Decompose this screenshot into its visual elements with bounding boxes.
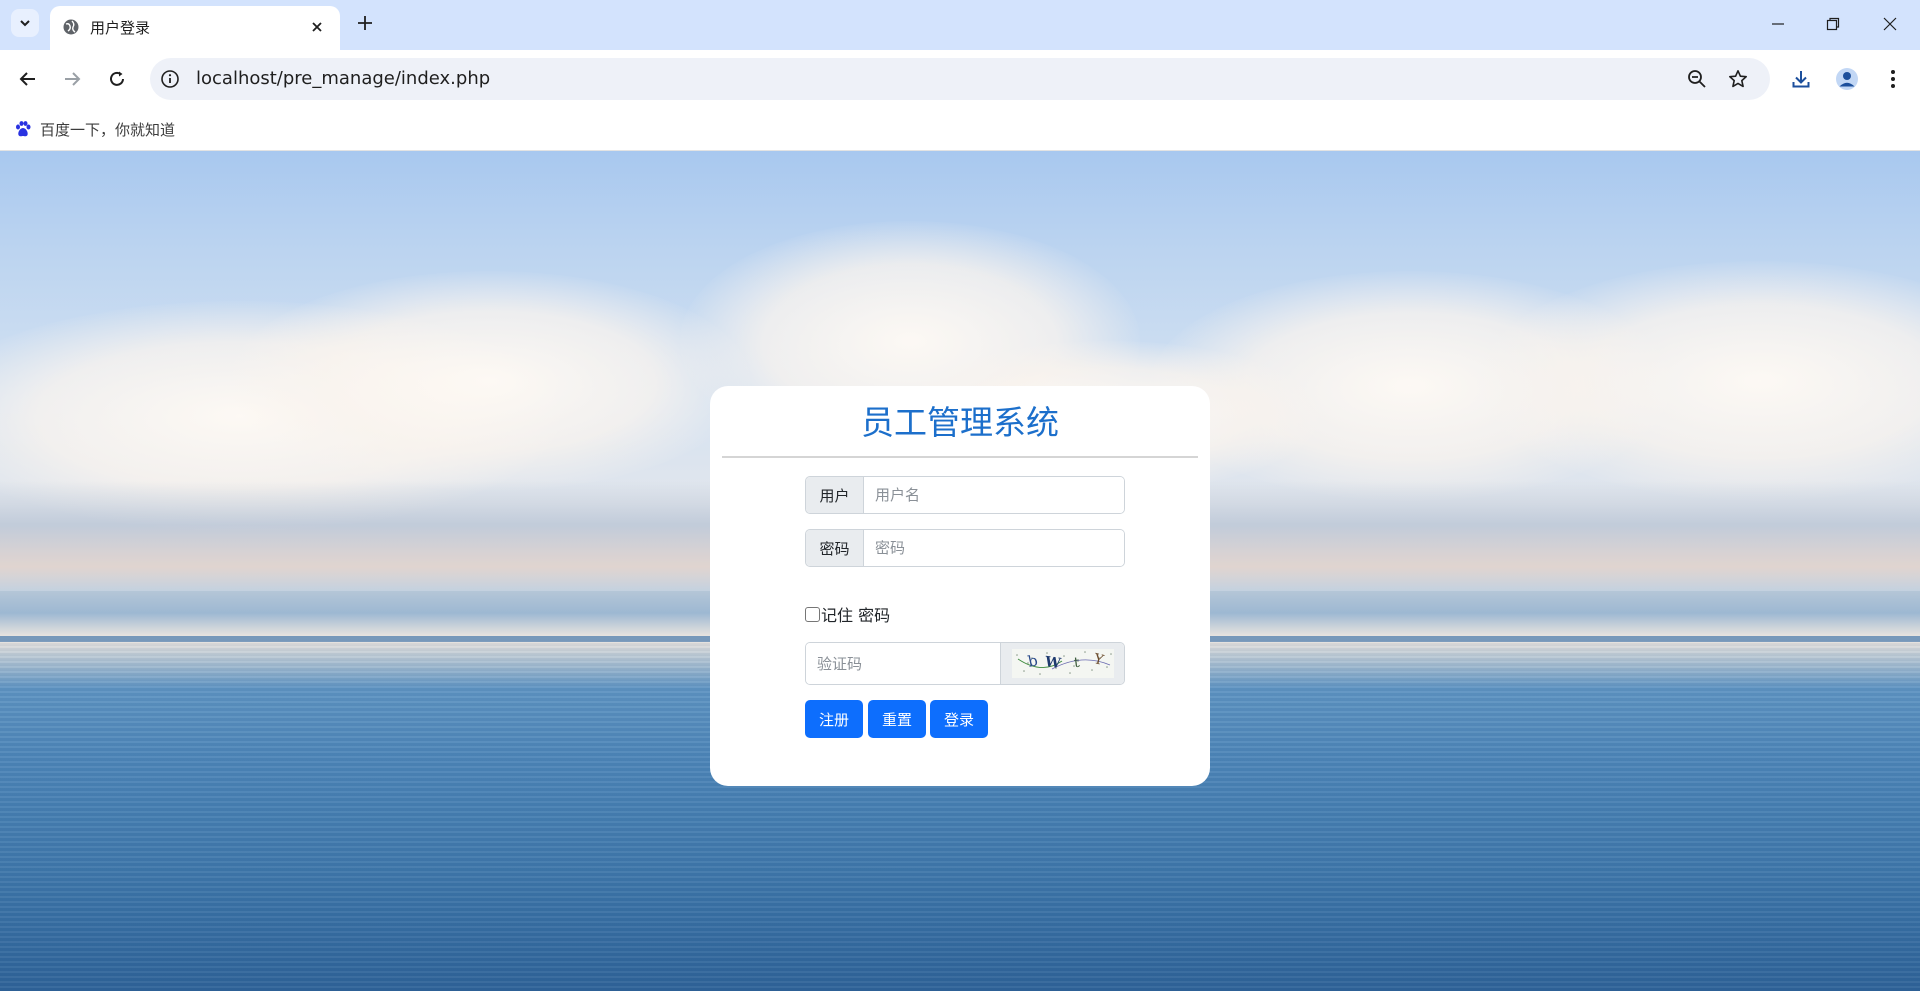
menu-button[interactable]	[1878, 64, 1908, 94]
zoom-out-icon	[1688, 70, 1706, 88]
reload-icon	[110, 71, 124, 86]
address-bar[interactable]: localhost/pre_manage/index.php	[150, 58, 1770, 100]
arrow-left-icon	[19, 72, 35, 86]
bookmarks-bar: 百度一下，你就知道	[0, 108, 1920, 151]
restore-button[interactable]	[1819, 10, 1847, 38]
title-divider	[722, 456, 1198, 458]
minimize-button[interactable]	[1764, 10, 1792, 38]
download-icon	[1792, 71, 1810, 88]
login-panel: 员工管理系统 用户 密码 记住 密码	[710, 386, 1210, 786]
url-text[interactable]: localhost/pre_manage/index.php	[196, 68, 490, 89]
plus-icon	[358, 16, 372, 30]
bookmark-baidu[interactable]: 百度一下，你就知道	[14, 117, 175, 141]
close-icon	[312, 22, 322, 32]
register-button[interactable]: 注册	[805, 700, 863, 738]
remember-checkbox[interactable]	[805, 606, 820, 622]
restore-icon	[1826, 17, 1840, 31]
username-group: 用户	[805, 476, 1125, 514]
captcha-image-button[interactable]: b W t Y	[1001, 643, 1124, 684]
zoom-button[interactable]	[1686, 68, 1708, 90]
captcha-char: t	[1072, 654, 1080, 672]
bookmark-label: 百度一下，你就知道	[40, 120, 176, 139]
reset-button[interactable]: 重置	[868, 700, 926, 738]
browser-toolbar: localhost/pre_manage/index.php	[0, 50, 1920, 108]
bookmark-star-button[interactable]	[1727, 68, 1749, 90]
tab-search-button[interactable]	[11, 9, 39, 37]
avatar-icon	[1836, 68, 1858, 90]
reload-button[interactable]	[103, 65, 131, 93]
page-title: 员工管理系统	[861, 403, 1059, 442]
chevron-down-icon	[20, 20, 30, 27]
new-tab-button[interactable]	[353, 11, 377, 35]
password-label: 密码	[806, 530, 864, 566]
window-close-button[interactable]	[1876, 10, 1904, 38]
username-input[interactable]	[864, 477, 1124, 513]
profile-button[interactable]	[1832, 64, 1862, 94]
captcha-char: W	[1043, 653, 1062, 673]
tab-strip: 用户登录	[0, 0, 1920, 50]
password-group: 密码	[805, 529, 1125, 567]
info-icon[interactable]	[160, 69, 180, 89]
active-tab[interactable]: 用户登录	[50, 6, 340, 50]
tab-title: 用户登录	[90, 19, 151, 37]
more-vertical-icon	[1891, 70, 1895, 88]
baidu-paw-icon	[16, 121, 31, 137]
password-input[interactable]	[864, 530, 1124, 566]
remember-password: 记住 密码	[805, 602, 890, 626]
cloud	[230, 271, 750, 491]
captcha-group: b W t Y	[805, 642, 1125, 685]
username-label: 用户	[806, 477, 864, 513]
tab-close-button[interactable]	[306, 16, 328, 38]
login-button[interactable]: 登录	[930, 700, 988, 738]
star-icon	[1729, 70, 1747, 88]
close-icon	[1883, 17, 1897, 31]
captcha-image: b W t Y	[1011, 649, 1114, 678]
arrow-right-icon	[65, 72, 81, 86]
page-background: 员工管理系统 用户 密码 记住 密码	[0, 151, 1920, 991]
back-button[interactable]	[14, 65, 42, 93]
globe-icon	[63, 19, 79, 35]
captcha-input[interactable]	[806, 643, 1001, 684]
forward-button[interactable]	[58, 65, 86, 93]
minimize-icon	[1772, 23, 1784, 25]
downloads-button[interactable]	[1786, 64, 1816, 94]
remember-label[interactable]: 记住 密码	[821, 602, 890, 626]
